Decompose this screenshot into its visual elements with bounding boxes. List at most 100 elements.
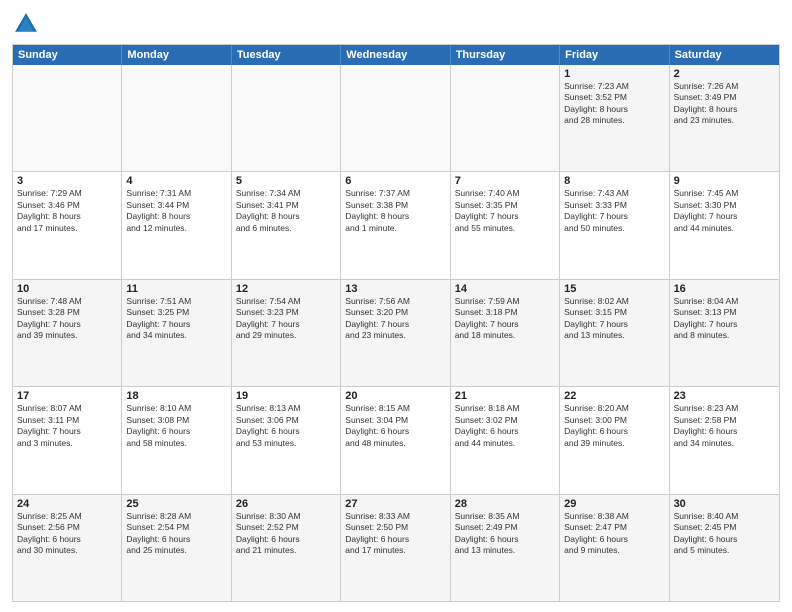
day-number: 11: [126, 283, 226, 295]
day-info: Sunrise: 7:26 AM Sunset: 3:49 PM Dayligh…: [674, 81, 775, 127]
day-number: 6: [345, 175, 445, 187]
calendar-cell-4: 4Sunrise: 7:31 AM Sunset: 3:44 PM Daylig…: [122, 172, 231, 278]
day-number: 9: [674, 175, 775, 187]
header-day-sunday: Sunday: [13, 45, 122, 65]
day-info: Sunrise: 8:38 AM Sunset: 2:47 PM Dayligh…: [564, 511, 664, 557]
calendar-header: SundayMondayTuesdayWednesdayThursdayFrid…: [13, 45, 779, 65]
day-info: Sunrise: 8:18 AM Sunset: 3:02 PM Dayligh…: [455, 403, 555, 449]
day-info: Sunrise: 8:23 AM Sunset: 2:58 PM Dayligh…: [674, 403, 775, 449]
day-info: Sunrise: 8:15 AM Sunset: 3:04 PM Dayligh…: [345, 403, 445, 449]
day-info: Sunrise: 7:51 AM Sunset: 3:25 PM Dayligh…: [126, 296, 226, 342]
day-number: 16: [674, 283, 775, 295]
day-number: 26: [236, 498, 336, 510]
day-number: 20: [345, 390, 445, 402]
calendar-cell-2: 2Sunrise: 7:26 AM Sunset: 3:49 PM Daylig…: [670, 65, 779, 171]
calendar-cell-18: 18Sunrise: 8:10 AM Sunset: 3:08 PM Dayli…: [122, 387, 231, 493]
page: SundayMondayTuesdayWednesdayThursdayFrid…: [0, 0, 792, 612]
header: [12, 10, 780, 38]
calendar-cell-29: 29Sunrise: 8:38 AM Sunset: 2:47 PM Dayli…: [560, 495, 669, 601]
calendar-cell-8: 8Sunrise: 7:43 AM Sunset: 3:33 PM Daylig…: [560, 172, 669, 278]
calendar-cell-12: 12Sunrise: 7:54 AM Sunset: 3:23 PM Dayli…: [232, 280, 341, 386]
calendar-cell-empty-0-2: [232, 65, 341, 171]
day-info: Sunrise: 7:48 AM Sunset: 3:28 PM Dayligh…: [17, 296, 117, 342]
day-number: 5: [236, 175, 336, 187]
header-day-monday: Monday: [122, 45, 231, 65]
day-number: 25: [126, 498, 226, 510]
calendar-cell-16: 16Sunrise: 8:04 AM Sunset: 3:13 PM Dayli…: [670, 280, 779, 386]
day-number: 15: [564, 283, 664, 295]
day-number: 18: [126, 390, 226, 402]
day-info: Sunrise: 8:04 AM Sunset: 3:13 PM Dayligh…: [674, 296, 775, 342]
calendar-cell-empty-0-0: [13, 65, 122, 171]
day-number: 14: [455, 283, 555, 295]
calendar-cell-13: 13Sunrise: 7:56 AM Sunset: 3:20 PM Dayli…: [341, 280, 450, 386]
calendar-row-4: 24Sunrise: 8:25 AM Sunset: 2:56 PM Dayli…: [13, 494, 779, 601]
calendar-cell-1: 1Sunrise: 7:23 AM Sunset: 3:52 PM Daylig…: [560, 65, 669, 171]
calendar-cell-25: 25Sunrise: 8:28 AM Sunset: 2:54 PM Dayli…: [122, 495, 231, 601]
day-number: 1: [564, 68, 664, 80]
day-info: Sunrise: 8:13 AM Sunset: 3:06 PM Dayligh…: [236, 403, 336, 449]
day-number: 21: [455, 390, 555, 402]
day-number: 28: [455, 498, 555, 510]
day-number: 23: [674, 390, 775, 402]
calendar-cell-9: 9Sunrise: 7:45 AM Sunset: 3:30 PM Daylig…: [670, 172, 779, 278]
day-number: 2: [674, 68, 775, 80]
calendar-cell-28: 28Sunrise: 8:35 AM Sunset: 2:49 PM Dayli…: [451, 495, 560, 601]
day-info: Sunrise: 8:40 AM Sunset: 2:45 PM Dayligh…: [674, 511, 775, 557]
day-info: Sunrise: 7:54 AM Sunset: 3:23 PM Dayligh…: [236, 296, 336, 342]
day-number: 17: [17, 390, 117, 402]
calendar-cell-11: 11Sunrise: 7:51 AM Sunset: 3:25 PM Dayli…: [122, 280, 231, 386]
calendar-cell-empty-0-4: [451, 65, 560, 171]
day-info: Sunrise: 8:25 AM Sunset: 2:56 PM Dayligh…: [17, 511, 117, 557]
calendar-row-1: 3Sunrise: 7:29 AM Sunset: 3:46 PM Daylig…: [13, 171, 779, 278]
day-number: 22: [564, 390, 664, 402]
calendar-cell-21: 21Sunrise: 8:18 AM Sunset: 3:02 PM Dayli…: [451, 387, 560, 493]
calendar-row-2: 10Sunrise: 7:48 AM Sunset: 3:28 PM Dayli…: [13, 279, 779, 386]
day-info: Sunrise: 7:29 AM Sunset: 3:46 PM Dayligh…: [17, 188, 117, 234]
calendar-row-0: 1Sunrise: 7:23 AM Sunset: 3:52 PM Daylig…: [13, 65, 779, 171]
calendar-cell-22: 22Sunrise: 8:20 AM Sunset: 3:00 PM Dayli…: [560, 387, 669, 493]
day-number: 10: [17, 283, 117, 295]
day-info: Sunrise: 7:37 AM Sunset: 3:38 PM Dayligh…: [345, 188, 445, 234]
day-number: 4: [126, 175, 226, 187]
calendar-cell-27: 27Sunrise: 8:33 AM Sunset: 2:50 PM Dayli…: [341, 495, 450, 601]
day-number: 13: [345, 283, 445, 295]
day-number: 27: [345, 498, 445, 510]
logo: [12, 10, 44, 38]
header-day-tuesday: Tuesday: [232, 45, 341, 65]
day-info: Sunrise: 7:59 AM Sunset: 3:18 PM Dayligh…: [455, 296, 555, 342]
calendar-cell-empty-0-3: [341, 65, 450, 171]
calendar-cell-7: 7Sunrise: 7:40 AM Sunset: 3:35 PM Daylig…: [451, 172, 560, 278]
day-info: Sunrise: 8:10 AM Sunset: 3:08 PM Dayligh…: [126, 403, 226, 449]
day-info: Sunrise: 7:23 AM Sunset: 3:52 PM Dayligh…: [564, 81, 664, 127]
day-info: Sunrise: 8:28 AM Sunset: 2:54 PM Dayligh…: [126, 511, 226, 557]
calendar-cell-17: 17Sunrise: 8:07 AM Sunset: 3:11 PM Dayli…: [13, 387, 122, 493]
day-number: 12: [236, 283, 336, 295]
day-number: 7: [455, 175, 555, 187]
day-number: 24: [17, 498, 117, 510]
day-info: Sunrise: 8:20 AM Sunset: 3:00 PM Dayligh…: [564, 403, 664, 449]
calendar: SundayMondayTuesdayWednesdayThursdayFrid…: [12, 44, 780, 602]
day-number: 30: [674, 498, 775, 510]
day-info: Sunrise: 7:56 AM Sunset: 3:20 PM Dayligh…: [345, 296, 445, 342]
calendar-cell-empty-0-1: [122, 65, 231, 171]
day-info: Sunrise: 8:02 AM Sunset: 3:15 PM Dayligh…: [564, 296, 664, 342]
day-info: Sunrise: 8:30 AM Sunset: 2:52 PM Dayligh…: [236, 511, 336, 557]
day-number: 8: [564, 175, 664, 187]
day-info: Sunrise: 7:31 AM Sunset: 3:44 PM Dayligh…: [126, 188, 226, 234]
header-day-saturday: Saturday: [670, 45, 779, 65]
calendar-cell-30: 30Sunrise: 8:40 AM Sunset: 2:45 PM Dayli…: [670, 495, 779, 601]
calendar-cell-23: 23Sunrise: 8:23 AM Sunset: 2:58 PM Dayli…: [670, 387, 779, 493]
day-info: Sunrise: 8:07 AM Sunset: 3:11 PM Dayligh…: [17, 403, 117, 449]
day-info: Sunrise: 8:35 AM Sunset: 2:49 PM Dayligh…: [455, 511, 555, 557]
day-number: 19: [236, 390, 336, 402]
calendar-cell-20: 20Sunrise: 8:15 AM Sunset: 3:04 PM Dayli…: [341, 387, 450, 493]
calendar-cell-5: 5Sunrise: 7:34 AM Sunset: 3:41 PM Daylig…: [232, 172, 341, 278]
day-info: Sunrise: 7:34 AM Sunset: 3:41 PM Dayligh…: [236, 188, 336, 234]
calendar-cell-14: 14Sunrise: 7:59 AM Sunset: 3:18 PM Dayli…: [451, 280, 560, 386]
calendar-cell-26: 26Sunrise: 8:30 AM Sunset: 2:52 PM Dayli…: [232, 495, 341, 601]
logo-icon: [12, 10, 40, 38]
calendar-cell-3: 3Sunrise: 7:29 AM Sunset: 3:46 PM Daylig…: [13, 172, 122, 278]
header-day-thursday: Thursday: [451, 45, 560, 65]
day-info: Sunrise: 8:33 AM Sunset: 2:50 PM Dayligh…: [345, 511, 445, 557]
